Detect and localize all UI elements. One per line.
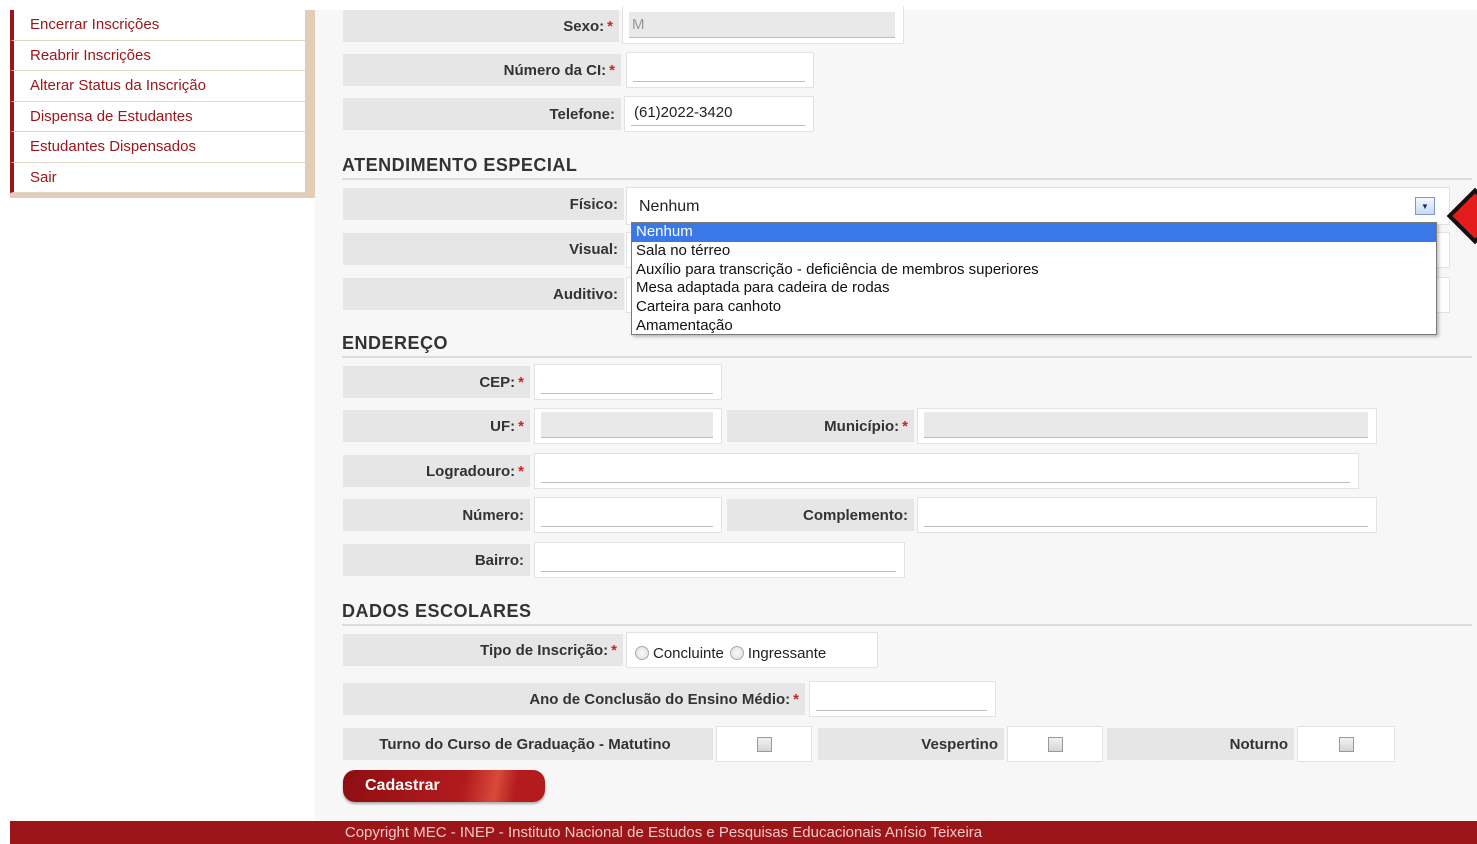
required-mark: * xyxy=(518,373,524,391)
required-mark: * xyxy=(902,417,908,435)
tipo-inscricao-label: Tipo de Inscrição: * xyxy=(343,634,623,666)
section-title-atendimento: ATENDIMENTO ESPECIAL xyxy=(342,155,1472,180)
required-mark: * xyxy=(518,417,524,435)
dropdown-option[interactable]: Carteira para canhoto xyxy=(632,298,1436,317)
sidebar-item-dispensa-estudantes[interactable]: Dispensa de Estudantes xyxy=(10,101,305,132)
complemento-input[interactable] xyxy=(917,497,1377,533)
numero-label: Número: xyxy=(343,499,530,531)
sidebar-item-reabrir-inscricoes[interactable]: Reabrir Inscrições xyxy=(10,40,305,71)
dropdown-option[interactable]: Sala no térreo xyxy=(632,242,1436,261)
visual-label: Visual: xyxy=(343,233,624,265)
sidebar-item-label: Sair xyxy=(30,168,57,186)
sidebar-item-encerrar-inscricoes[interactable]: Encerrar Inscrições xyxy=(10,10,305,41)
dropdown-option[interactable]: Nenhum xyxy=(632,223,1436,242)
fisico-select[interactable]: Nenhum ▼ xyxy=(626,187,1450,225)
sexo-label: Sexo: * xyxy=(343,10,619,42)
cep-input[interactable] xyxy=(534,364,722,400)
required-mark: * xyxy=(609,61,615,79)
bairro-label: Bairro: xyxy=(343,544,530,576)
sidebar-item-estudantes-dispensados[interactable]: Estudantes Dispensados xyxy=(10,132,305,163)
registration-form: Sexo: * M Número da CI: * Telefone: (61)20… xyxy=(315,6,1477,820)
fisico-select-value: Nenhum xyxy=(639,198,700,215)
chevron-down-icon[interactable]: ▼ xyxy=(1415,197,1435,215)
cadastrar-button[interactable]: Cadastrar xyxy=(343,770,545,802)
vespertino-checkbox[interactable] xyxy=(1047,736,1063,752)
auditivo-label: Auditivo: xyxy=(343,278,624,310)
municipio-label: Município: * xyxy=(727,410,914,442)
uf-label: UF: * xyxy=(343,410,530,442)
sidebar-list: Encerrar Inscrições Reabrir Inscrições A… xyxy=(10,10,305,193)
sidebar-item-label: Encerrar Inscrições xyxy=(30,16,160,34)
required-mark: * xyxy=(607,17,613,35)
sidebar-menu: Encerrar Inscrições Reabrir Inscrições A… xyxy=(10,10,315,198)
sidebar-item-sair[interactable]: Sair xyxy=(10,162,305,193)
footer: Copyright MEC - INEP - Instituto Naciona… xyxy=(10,821,1477,844)
sidebar-item-label: Alterar Status da Inscrição xyxy=(30,77,206,95)
ci-input[interactable] xyxy=(626,52,814,88)
sidebar-item-alterar-status[interactable]: Alterar Status da Inscrição xyxy=(10,71,305,102)
section-title-endereco: ENDEREÇO xyxy=(342,333,1472,358)
noturno-checkbox-cell xyxy=(1297,726,1395,762)
concluinte-label: Concluinte xyxy=(653,644,724,662)
noturno-label: Noturno xyxy=(1107,728,1294,760)
complemento-label: Complemento: xyxy=(727,499,914,531)
noturno-checkbox[interactable] xyxy=(1338,736,1354,752)
required-mark: * xyxy=(518,462,524,480)
required-mark: * xyxy=(793,690,799,708)
telefone-value: (61)2022-3420 xyxy=(631,100,805,126)
sidebar-item-label: Dispensa de Estudantes xyxy=(30,107,193,125)
concluinte-radio[interactable] xyxy=(635,646,649,660)
cep-label: CEP: * xyxy=(343,366,530,398)
matutino-checkbox[interactable] xyxy=(756,736,772,752)
uf-select[interactable] xyxy=(534,408,722,444)
logradouro-label: Logradouro: * xyxy=(343,455,530,487)
vespertino-checkbox-cell xyxy=(1007,726,1103,762)
logradouro-input[interactable] xyxy=(534,453,1359,489)
ci-label: Número da CI: * xyxy=(343,54,621,86)
dropdown-option[interactable]: Mesa adaptada para cadeira de rodas xyxy=(632,279,1436,298)
ingressante-label: Ingressante xyxy=(747,644,827,662)
turno-matutino-label: Turno do Curso de Graduação - Matutino xyxy=(343,728,713,760)
matutino-checkbox-cell xyxy=(716,726,812,762)
sexo-field[interactable]: M xyxy=(622,6,904,44)
vespertino-label: Vespertino xyxy=(818,728,1004,760)
ano-conclusao-label: Ano de Conclusão do Ensino Médio: * xyxy=(343,683,805,715)
sidebar-item-label: Estudantes Dispensados xyxy=(30,138,196,156)
ano-conclusao-input[interactable] xyxy=(809,681,996,717)
footer-copyright: Copyright MEC - INEP - Instituto Naciona… xyxy=(344,824,983,841)
ingressante-radio[interactable] xyxy=(729,646,744,660)
numero-input[interactable] xyxy=(534,497,722,533)
municipio-select[interactable] xyxy=(917,408,1377,444)
dropdown-option[interactable]: Auxílio para transcrição - deficiência d… xyxy=(632,261,1436,280)
telefone-input[interactable]: (61)2022-3420 xyxy=(624,96,814,132)
bairro-input[interactable] xyxy=(534,542,905,578)
fisico-dropdown-list[interactable]: Nenhum Sala no térreo Auxílio para trans… xyxy=(631,222,1437,335)
sexo-value: M xyxy=(629,12,895,38)
tipo-inscricao-radios: Concluinte Ingressante xyxy=(626,632,878,668)
sidebar-item-label: Reabrir Inscrições xyxy=(30,46,151,64)
telefone-label: Telefone: xyxy=(343,98,621,130)
fisico-label: Físico: xyxy=(343,188,624,220)
required-mark: * xyxy=(611,641,617,659)
dropdown-option[interactable]: Amamentação xyxy=(632,317,1436,336)
section-title-dados-escolares: DADOS ESCOLARES xyxy=(342,601,1472,626)
